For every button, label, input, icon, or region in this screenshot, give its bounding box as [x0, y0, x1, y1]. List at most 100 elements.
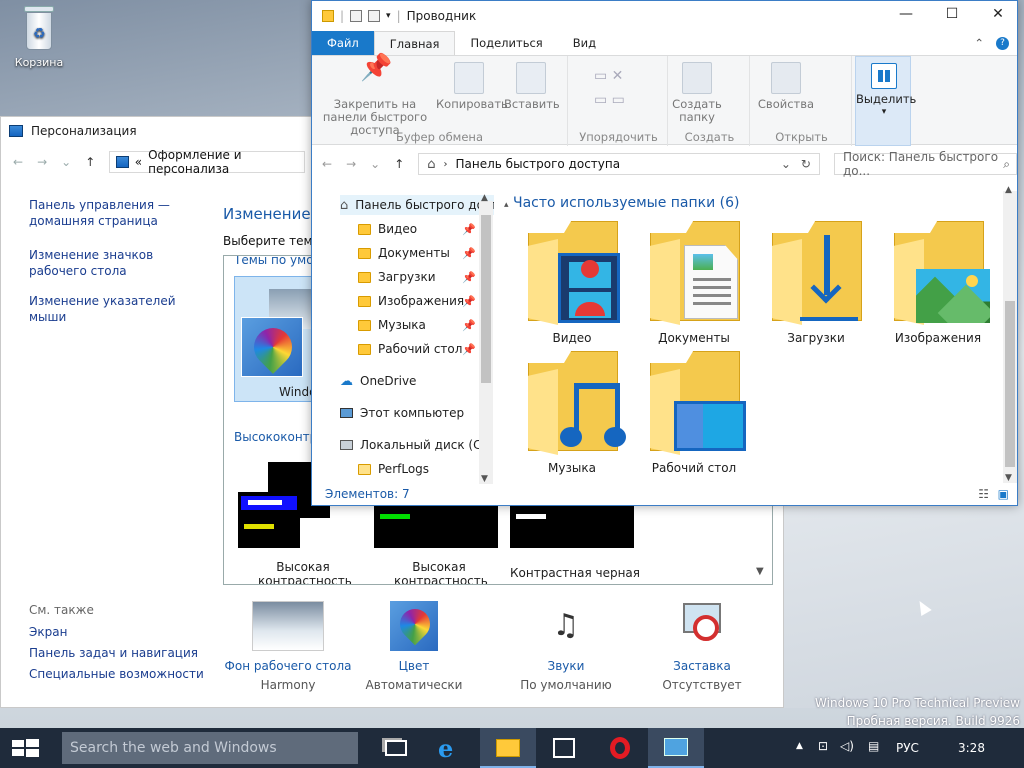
- section-header[interactable]: ▴ Часто используемые папки (6): [504, 195, 740, 211]
- recent-chevron-icon[interactable]: ⌄: [61, 155, 71, 169]
- folder-tile-documents[interactable]: Документы: [638, 221, 750, 345]
- store-button[interactable]: [536, 728, 592, 768]
- nav-item-music[interactable]: Музыка: [358, 315, 426, 335]
- control-panel-button[interactable]: [648, 728, 704, 768]
- folder-tile-downloads[interactable]: Загрузки: [760, 221, 872, 345]
- control-panel-icon: [9, 125, 23, 137]
- pin-button[interactable]: 📌 Закрепить на панели быстрого доступа: [316, 55, 434, 137]
- scroll-up-icon[interactable]: ▲: [481, 193, 488, 203]
- scroll-up-icon[interactable]: ▲: [1005, 185, 1012, 195]
- network-icon[interactable]: ⊡: [818, 739, 828, 753]
- tab-view[interactable]: Вид: [558, 31, 611, 55]
- pin-icon[interactable]: 📌: [462, 343, 476, 356]
- move-copy-icons[interactable]: ▭ ✕ ▭ ▭: [594, 64, 625, 112]
- search-box[interactable]: Поиск: Панель быстрого до... ⌕: [833, 150, 1017, 178]
- nav-item-desktop[interactable]: Рабочий стол: [358, 339, 462, 359]
- change-desktop-icons-link[interactable]: Изменение значков рабочего стола: [29, 247, 209, 279]
- folder-tile-music[interactable]: Музыка: [516, 351, 628, 475]
- forward-arrow-icon[interactable]: →: [346, 157, 356, 171]
- nav-local-disk[interactable]: Локальный диск (C:): [340, 435, 490, 455]
- new-folder-icon[interactable]: [368, 10, 381, 22]
- opera-button[interactable]: [592, 728, 648, 768]
- accessibility-link[interactable]: Специальные возможности: [29, 667, 204, 681]
- pin-icon[interactable]: 📌: [462, 271, 476, 284]
- nav-item-downloads[interactable]: Загрузки: [358, 267, 436, 287]
- large-icons-view-icon[interactable]: ▣: [998, 483, 1009, 505]
- qat-dropdown-icon[interactable]: ▾: [386, 11, 391, 21]
- pin-icon[interactable]: 📌: [462, 319, 476, 332]
- copy-button[interactable]: Копировать: [436, 62, 508, 111]
- minimize-button[interactable]: —: [883, 1, 929, 29]
- breadcrumb-separator-icon[interactable]: ›: [444, 159, 448, 170]
- details-view-icon[interactable]: ☷: [978, 483, 989, 505]
- folder-icon: [358, 343, 371, 355]
- nav-item-videos[interactable]: Видео: [358, 219, 417, 239]
- taskbar-navigation-link[interactable]: Панель задач и навигация: [29, 646, 204, 660]
- scroll-down-icon[interactable]: ▼: [756, 566, 764, 577]
- paste-button[interactable]: Вставить: [504, 62, 560, 111]
- display-link[interactable]: Экран: [29, 625, 204, 639]
- collapse-icon[interactable]: ▴: [504, 200, 509, 210]
- help-icon[interactable]: ?: [996, 36, 1009, 50]
- back-arrow-icon[interactable]: ←: [13, 155, 23, 169]
- properties-button[interactable]: Свойства: [756, 62, 816, 111]
- sounds-setting[interactable]: ♫ Звуки По умолчанию: [501, 601, 631, 692]
- maximize-button[interactable]: ☐: [929, 1, 975, 29]
- up-arrow-icon[interactable]: ↑: [85, 155, 95, 169]
- collapse-ribbon-icon[interactable]: ⌃: [974, 36, 984, 50]
- back-arrow-icon[interactable]: ←: [322, 157, 332, 171]
- nav-onedrive[interactable]: ☁ OneDrive: [340, 371, 416, 391]
- folder-tile-pictures[interactable]: Изображения: [882, 221, 994, 345]
- pin-icon[interactable]: 📌: [462, 295, 476, 308]
- close-button[interactable]: ✕: [975, 1, 1021, 29]
- internet-explorer-button[interactable]: e: [424, 728, 480, 768]
- action-center-icon[interactable]: ▤: [868, 739, 879, 753]
- search-icon[interactable]: ⌕: [1003, 157, 1010, 172]
- tab-share[interactable]: Поделиться: [455, 31, 557, 55]
- nav-item-documents[interactable]: Документы: [358, 243, 450, 263]
- address-bar[interactable]: ⌂ › Панель быстрого доступа ⌄ ↻: [418, 153, 820, 175]
- open-group: Свойства Открыть: [752, 56, 852, 146]
- nav-this-pc[interactable]: Этот компьютер: [340, 403, 464, 423]
- address-dropdown-icon[interactable]: ⌄: [781, 157, 791, 171]
- forward-arrow-icon[interactable]: →: [37, 155, 47, 169]
- scroll-thumb[interactable]: [1005, 301, 1015, 467]
- recycle-bin-shortcut[interactable]: ♻ Корзина: [8, 6, 70, 69]
- change-mouse-pointers-link[interactable]: Изменение указателей мыши: [29, 293, 209, 325]
- desktop-background-setting[interactable]: Фон рабочего стола Harmony: [223, 601, 353, 692]
- nav-perflogs[interactable]: PerfLogs: [358, 459, 429, 479]
- up-arrow-icon[interactable]: ↑: [394, 157, 404, 171]
- search-input[interactable]: Поиск: Панель быстрого до...: [843, 150, 1016, 178]
- pin-icon[interactable]: 📌: [462, 247, 476, 260]
- select-button[interactable]: Выделить ▾: [856, 61, 916, 119]
- task-view-button[interactable]: [368, 728, 424, 768]
- screensaver-setting[interactable]: Заставка Отсутствует: [637, 601, 767, 692]
- control-panel-icon: [664, 738, 688, 756]
- nav-item-pictures[interactable]: Изображения: [358, 291, 464, 311]
- recent-chevron-icon[interactable]: ⌄: [370, 157, 380, 171]
- address-bar[interactable]: « Оформление и персонализа: [109, 148, 306, 176]
- tab-home[interactable]: Главная: [373, 31, 456, 55]
- breadcrumb-overflow[interactable]: «: [135, 155, 142, 169]
- scroll-down-icon[interactable]: ▼: [1005, 473, 1012, 483]
- properties-icon[interactable]: [350, 10, 363, 22]
- folder-tile-desktop[interactable]: Рабочий стол: [638, 351, 750, 475]
- nav-quick-access[interactable]: ⌂ Панель быстрого дост: [340, 195, 494, 215]
- nav-scrollbar[interactable]: ▲ ▼: [479, 193, 493, 484]
- file-explorer-button[interactable]: [480, 728, 536, 768]
- volume-icon[interactable]: ◁): [840, 739, 854, 753]
- folder-tile-videos[interactable]: Видео: [516, 221, 628, 345]
- language-indicator[interactable]: РУС: [896, 741, 919, 755]
- pin-icon[interactable]: 📌: [462, 223, 476, 236]
- color-setting[interactable]: Цвет Автоматически: [349, 601, 479, 692]
- start-button[interactable]: [0, 728, 50, 768]
- new-folder-button[interactable]: Создать папку: [670, 62, 724, 124]
- content-scrollbar[interactable]: ▲ ▼: [1003, 185, 1017, 483]
- clock[interactable]: 3:28: [958, 741, 985, 755]
- control-panel-home-link[interactable]: Панель управления — домашняя страница: [29, 197, 209, 229]
- refresh-icon[interactable]: ↻: [801, 157, 811, 171]
- scroll-thumb[interactable]: [481, 215, 491, 383]
- taskbar-search-input[interactable]: Search the web and Windows: [62, 732, 358, 764]
- show-hidden-icons-icon[interactable]: ▲: [796, 741, 803, 751]
- tab-file[interactable]: Файл: [312, 31, 374, 55]
